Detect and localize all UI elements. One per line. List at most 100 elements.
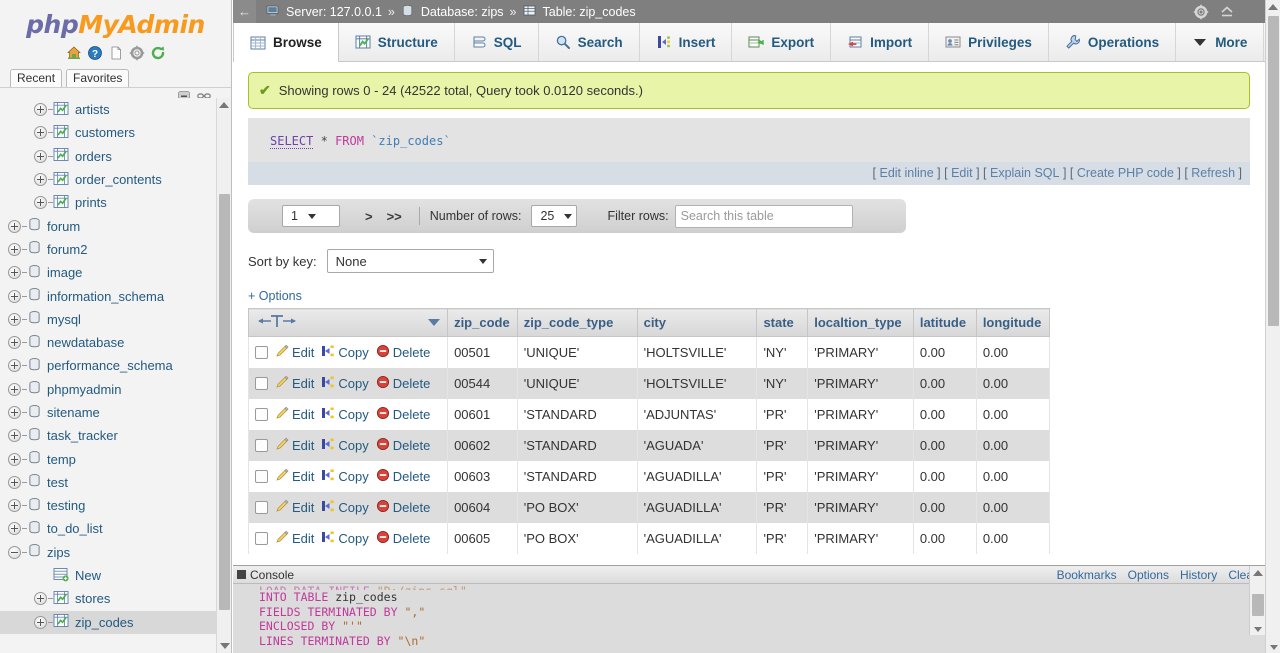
tree-item-performance-schema[interactable]: performance_schema [0, 354, 216, 377]
tree-item-zips[interactable]: zips [0, 541, 216, 564]
cell-longitude[interactable]: 0.00 [975, 367, 1051, 399]
tree-item-new[interactable]: New [0, 564, 216, 587]
expand-icon[interactable] [8, 499, 21, 513]
sidebar-scroll-up[interactable] [217, 98, 231, 112]
table-row[interactable]: Edit Copy Delete 00602 'STANDARD 'AGUADA' 'PR'… [247, 429, 1051, 461]
delete-row-link[interactable]: Delete [376, 437, 430, 454]
row-checkbox[interactable] [255, 376, 268, 390]
tab-structure[interactable]: Structure [339, 23, 455, 61]
table-row[interactable]: Edit Copy Delete 00605 'PO BOX' 'AGUADILLA' 'P… [247, 522, 1051, 554]
row-checkbox[interactable] [255, 407, 268, 421]
tree-item-phpmyadmin[interactable]: phpmyadmin [0, 378, 216, 401]
edit-row-link[interactable]: Edit [275, 344, 314, 361]
console-scroll-down[interactable] [1250, 627, 1265, 632]
table-row[interactable]: Edit Copy Delete 00604 'PO BOX' 'AGUADILLA' 'P… [247, 491, 1051, 523]
cell-state[interactable]: 'PR' [756, 460, 809, 492]
explain-sql-link[interactable]: Explain SQL [990, 166, 1059, 180]
column-header-state[interactable]: state [756, 308, 809, 337]
expand-icon[interactable] [34, 615, 47, 629]
tree-item-task-tracker[interactable]: task_tracker [0, 424, 216, 447]
copy-row-link[interactable]: Copy [321, 530, 369, 547]
tree-item-mysql[interactable]: mysql [0, 308, 216, 331]
cell-longitude[interactable]: 0.00 [975, 398, 1051, 430]
page-scroll-thumb[interactable] [1268, 16, 1279, 326]
cell-state[interactable]: 'PR' [756, 522, 809, 554]
tab-more[interactable]: More [1176, 23, 1265, 61]
cell-latitude[interactable]: 0.00 [912, 367, 977, 399]
row-checkbox[interactable] [255, 345, 268, 359]
chevron-down-icon[interactable] [427, 315, 441, 330]
cell-zip_code[interactable]: 00604 [447, 491, 518, 523]
tab-search[interactable]: Search [539, 23, 640, 61]
cell-latitude[interactable]: 0.00 [912, 336, 977, 368]
collapse-icon[interactable] [1219, 4, 1235, 20]
expand-icon[interactable] [8, 406, 21, 419]
tree-item-prints[interactable]: prints [0, 191, 216, 214]
console-scroll-thumb[interactable] [1252, 594, 1264, 616]
edit-row-link[interactable]: Edit [275, 375, 314, 392]
rows-count-select[interactable]: 25 [531, 205, 578, 227]
favorites-tab[interactable]: Favorites [66, 69, 130, 87]
cell-localtion_type[interactable]: 'PRIMARY' [807, 336, 914, 368]
tree-item-testing[interactable]: testing [0, 494, 216, 517]
create-php-code-link[interactable]: Create PHP code [1077, 166, 1174, 180]
expand-icon[interactable] [34, 173, 47, 187]
expand-icon[interactable] [8, 336, 21, 350]
column-header-longitude[interactable]: longitude [975, 308, 1051, 337]
expand-icon[interactable] [34, 196, 47, 210]
recent-tab[interactable]: Recent [10, 69, 63, 87]
database-tree[interactable]: artists customers orders order_contents prin… [0, 98, 216, 653]
expand-icon[interactable] [34, 149, 47, 163]
cell-city[interactable]: 'ADJUNTAS' [636, 398, 758, 430]
expand-icon[interactable] [8, 382, 21, 396]
cell-longitude[interactable]: 0.00 [975, 429, 1051, 461]
column-header-zip_code[interactable]: zip_code [447, 308, 518, 337]
row-checkbox[interactable] [255, 531, 268, 545]
edit-row-link[interactable]: Edit [275, 468, 314, 485]
delete-row-link[interactable]: Delete [376, 530, 430, 547]
edit-row-link[interactable]: Edit [275, 437, 314, 454]
tree-item-to-do-list[interactable]: to_do_list [0, 517, 216, 540]
row-checkbox[interactable] [255, 500, 268, 514]
cell-localtion_type[interactable]: 'PRIMARY' [807, 367, 914, 399]
expand-icon[interactable] [34, 126, 47, 140]
reload-icon[interactable] [150, 45, 166, 61]
tree-item-image[interactable]: image [0, 261, 216, 284]
tab-privileges[interactable]: Privileges [929, 23, 1049, 61]
sidebar-scrollbar[interactable] [216, 98, 231, 653]
sql-query-box[interactable]: SELECT * FROM `zip_codes` [248, 118, 1250, 162]
copy-row-link[interactable]: Copy [321, 468, 369, 485]
column-header-localtion_type[interactable]: localtion_type [807, 308, 914, 337]
cell-zip_code[interactable]: 00603 [447, 460, 518, 492]
row-checkbox[interactable] [255, 469, 268, 483]
tree-item-orders[interactable]: orders [0, 145, 216, 168]
expand-icon[interactable] [8, 242, 21, 256]
column-header-zip_code_type[interactable]: zip_code_type [516, 308, 638, 337]
cell-city[interactable]: 'AGUADILLA' [636, 460, 758, 492]
copy-row-link[interactable]: Copy [321, 499, 369, 516]
refresh-link[interactable]: Refresh [1191, 166, 1235, 180]
expand-icon[interactable] [8, 522, 21, 536]
tree-item-forum[interactable]: forum [0, 214, 216, 237]
tree-item-forum2[interactable]: forum2 [0, 238, 216, 261]
cell-localtion_type[interactable]: 'PRIMARY' [807, 491, 914, 523]
cell-zip_code_type[interactable]: 'STANDARD [516, 429, 638, 461]
page-scroll-down[interactable] [1266, 645, 1280, 650]
edit-row-link[interactable]: Edit [275, 499, 314, 516]
table-row[interactable]: Edit Copy Delete 00601 'STANDARD 'ADJUNTAS' 'P… [247, 398, 1051, 430]
cell-latitude[interactable]: 0.00 [912, 460, 977, 492]
expand-icon[interactable] [8, 219, 21, 233]
tab-import[interactable]: Import [831, 23, 930, 61]
tree-item-information-schema[interactable]: information_schema [0, 284, 216, 307]
sort-arrows-icon[interactable] [255, 313, 311, 332]
cell-zip_code_type[interactable]: 'STANDARD [516, 398, 638, 430]
console-bookmarks[interactable]: Bookmarks [1057, 568, 1117, 582]
options-toggle[interactable]: + Options [248, 289, 1250, 303]
console-title[interactable]: Console [250, 568, 294, 582]
settings-icon[interactable] [129, 45, 145, 61]
table-row[interactable]: Edit Copy Delete 00544 'UNIQUE' 'HOLTSVILLE' '… [247, 367, 1051, 399]
filter-rows-input[interactable] [674, 204, 853, 228]
column-header-latitude[interactable]: latitude [912, 308, 977, 337]
copy-row-link[interactable]: Copy [321, 375, 369, 392]
cell-latitude[interactable]: 0.00 [912, 491, 977, 523]
